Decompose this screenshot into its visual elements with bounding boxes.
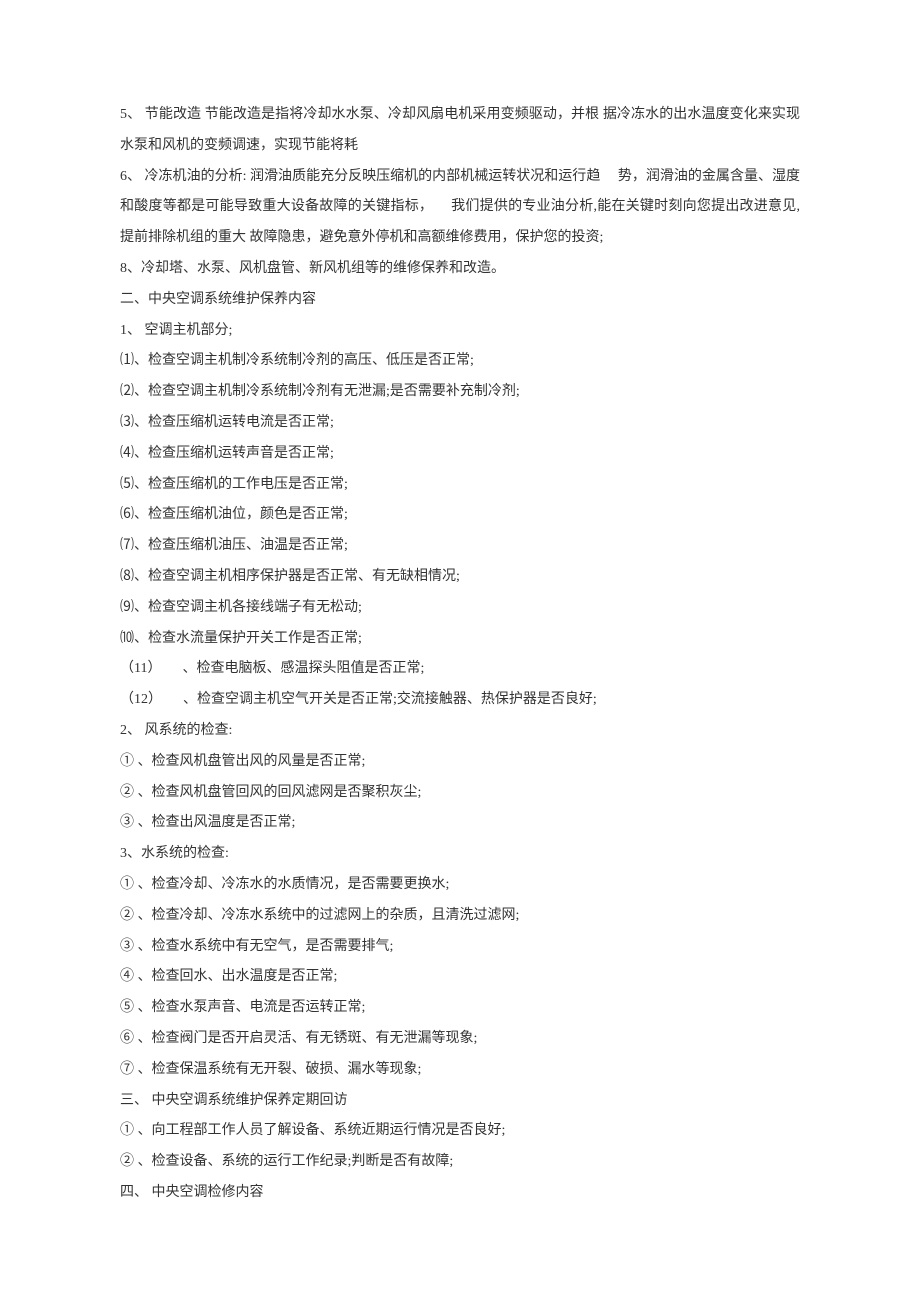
line-29: 三、 中央空调系统维护保养定期回访 bbox=[120, 1086, 800, 1117]
line-28: ⑦ 、检查保温系统有无开裂、破损、漏水等现象; bbox=[120, 1055, 800, 1086]
line-26: ⑤ 、检查水泵声音、电流是否运转正常; bbox=[120, 993, 800, 1024]
line-17: 2、 风系统的检查: bbox=[120, 716, 800, 747]
line-21: 3、水系统的检查: bbox=[120, 839, 800, 870]
line-30: ① 、向工程部工作人员了解设备、系统近期运行情况是否良好; bbox=[120, 1116, 800, 1147]
line-9: ⑸、检查压缩机的工作电压是否正常; bbox=[120, 470, 800, 501]
line-22: ① 、检查冷却、冷冻水的水质情况，是否需要更换水; bbox=[120, 870, 800, 901]
line-24: ③ 、检查水系统中有无空气，是否需要排气; bbox=[120, 932, 800, 963]
line-3: 二、中央空调系统维护保养内容 bbox=[120, 285, 800, 316]
line-19: ② 、检查风机盘管回风的回风滤网是否聚积灰尘; bbox=[120, 778, 800, 809]
line-20: ③ 、检查出风温度是否正常; bbox=[120, 808, 800, 839]
line-4: 1、 空调主机部分; bbox=[120, 316, 800, 347]
line-8: ⑷、检查压缩机运转声音是否正常; bbox=[120, 439, 800, 470]
line-25: ④ 、检查回水、出水温度是否正常; bbox=[120, 962, 800, 993]
line-18: ① 、检查风机盘管出风的风量是否正常; bbox=[120, 747, 800, 778]
line-1: 6、 冷冻机油的分析: 润滑油质能充分反映压缩机的内部机械运转状况和运行趋 势，… bbox=[120, 162, 800, 254]
line-11: ⑺、检查压缩机油压、油温是否正常; bbox=[120, 531, 800, 562]
line-14: ⑽、检查水流量保护开关工作是否正常; bbox=[120, 624, 800, 655]
line-16: （12） 、检查空调主机空气开关是否正常;交流接触器、热保护器是否良好; bbox=[120, 685, 800, 716]
document-content: 5、 节能改造 节能改造是指将冷却水水泵、冷却风扇电机采用变频驱动，并根 据冷冻… bbox=[120, 100, 800, 1209]
line-23: ② 、检查冷却、冷冻水系统中的过滤网上的杂质，且清洗过滤网; bbox=[120, 901, 800, 932]
line-10: ⑹、检查压缩机油位，颜色是否正常; bbox=[120, 500, 800, 531]
line-2: 8、冷却塔、水泵、风机盘管、新风机组等的维修保养和改造。 bbox=[120, 254, 800, 285]
line-31: ② 、检查设备、系统的运行工作纪录;判断是否有故障; bbox=[120, 1147, 800, 1178]
line-7: ⑶、检查压缩机运转电流是否正常; bbox=[120, 408, 800, 439]
line-27: ⑥ 、检查阀门是否开启灵活、有无锈斑、有无泄漏等现象; bbox=[120, 1024, 800, 1055]
line-13: ⑼、检查空调主机各接线端子有无松动; bbox=[120, 593, 800, 624]
line-32: 四、 中央空调检修内容 bbox=[120, 1178, 800, 1209]
line-0: 5、 节能改造 节能改造是指将冷却水水泵、冷却风扇电机采用变频驱动，并根 据冷冻… bbox=[120, 100, 800, 162]
line-6: ⑵、检查空调主机制冷系统制冷剂有无泄漏;是否需要补充制冷剂; bbox=[120, 377, 800, 408]
line-15: （11） 、检查电脑板、感温探头阻值是否正常; bbox=[120, 654, 800, 685]
line-5: ⑴、检查空调主机制冷系统制冷剂的高压、低压是否正常; bbox=[120, 346, 800, 377]
line-12: ⑻、检查空调主机相序保护器是否正常、有无缺相情况; bbox=[120, 562, 800, 593]
